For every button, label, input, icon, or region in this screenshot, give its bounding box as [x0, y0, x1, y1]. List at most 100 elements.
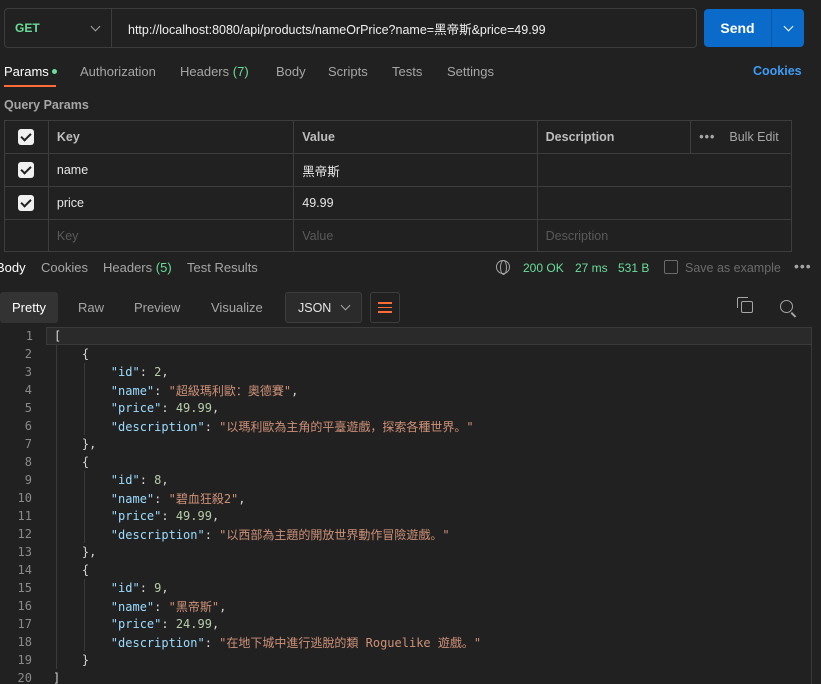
bulk-edit-button[interactable]: ••• Bulk Edit — [691, 121, 791, 153]
select-all-cell — [5, 121, 49, 153]
param-enabled-checkbox[interactable] — [18, 162, 35, 178]
chevron-down-icon — [783, 21, 793, 31]
table-header-row: Key Value Description ••• Bulk Edit — [4, 120, 792, 154]
code-line: 8 { — [0, 453, 812, 471]
column-value: Value — [294, 121, 538, 153]
tab-response-headers[interactable]: Headers (5) — [103, 260, 172, 275]
tab-settings[interactable]: Settings — [447, 64, 494, 79]
tab-params[interactable]: Params — [4, 64, 57, 79]
copy-icon[interactable] — [737, 297, 753, 313]
editor-scrollbar[interactable] — [811, 327, 812, 684]
view-visualize[interactable]: Visualize — [211, 292, 263, 323]
line-number: 5 — [24, 401, 32, 415]
response-size[interactable]: 531 B — [618, 261, 649, 275]
code-line: 16 "name": "黑帝斯", — [0, 597, 812, 615]
column-description: Description — [538, 121, 692, 153]
code-text: ] — [53, 671, 61, 684]
response-toolbar: Pretty Raw Preview Visualize JSON — [0, 292, 821, 324]
tab-headers-count: (7) — [232, 64, 249, 79]
line-number: 20 — [17, 671, 32, 684]
response-time[interactable]: 27 ms — [575, 261, 608, 275]
param-description-field[interactable] — [538, 154, 791, 186]
code-text: "id": 2, — [110, 365, 169, 379]
code-line: 1[ — [26, 327, 812, 345]
param-key-field[interactable]: price — [49, 187, 295, 219]
code-text: }, — [53, 545, 97, 559]
new-value-field[interactable]: Value — [294, 220, 538, 251]
format-select[interactable]: JSON — [285, 292, 362, 323]
code-line: 11 "price": 49.99, — [0, 507, 812, 525]
tab-response-headers-count: (5) — [155, 260, 172, 275]
code-text: "description": "在地下城中進行逃脫的類 Roguelike 遊戲… — [110, 635, 482, 650]
format-label: JSON — [298, 300, 332, 315]
code-text: "price": 24.99, — [110, 617, 220, 631]
select-all-checkbox[interactable] — [18, 129, 35, 145]
save-icon — [664, 260, 678, 274]
more-options-icon[interactable]: ••• — [794, 258, 812, 274]
table-row-new: Key Value Description — [4, 220, 792, 252]
params-indicator-dot — [51, 69, 57, 74]
view-preview[interactable]: Preview — [134, 292, 180, 323]
code-line: 3 "id": 2, — [0, 363, 812, 381]
bulk-edit-label: Bulk Edit — [729, 130, 779, 144]
code-text: "description": "以西部為主題的開放世界動作冒險遊戲。" — [110, 527, 450, 542]
save-as-example-button[interactable]: Save as example — [685, 261, 781, 275]
code-text: "price": 49.99, — [110, 401, 220, 415]
search-icon[interactable] — [780, 300, 793, 313]
code-line: 12 "description": "以西部為主題的開放世界動作冒險遊戲。" — [0, 525, 812, 543]
more-dots-icon: ••• — [699, 130, 716, 144]
tab-body[interactable]: Body — [276, 64, 306, 79]
request-tabs: Params Authorization Headers (7) Body Sc… — [0, 58, 821, 88]
tab-headers[interactable]: Headers (7) — [180, 64, 249, 79]
tab-tests[interactable]: Tests — [392, 64, 422, 79]
line-number: 4 — [24, 383, 32, 397]
tab-authorization[interactable]: Authorization — [80, 64, 156, 79]
chevron-down-icon — [340, 300, 351, 311]
line-number: 19 — [17, 653, 32, 667]
param-enabled-checkbox[interactable] — [18, 195, 35, 211]
line-number: 14 — [17, 563, 32, 577]
tab-response-headers-label: Headers — [103, 260, 153, 275]
tab-response-cookies[interactable]: Cookies — [41, 260, 88, 275]
row-check-cell — [5, 220, 49, 251]
code-line: 6 "description": "以瑪利歐為主角的平臺遊戲，探索各種世界。" — [0, 417, 812, 435]
cookies-link[interactable]: Cookies — [753, 64, 802, 78]
new-key-field[interactable]: Key — [49, 220, 295, 251]
method-label: GET — [15, 21, 40, 35]
view-raw[interactable]: Raw — [78, 292, 104, 323]
param-value-field[interactable]: 49.99 — [294, 187, 538, 219]
response-body-editor[interactable]: 1[2 {3 "id": 2, 4 "name": "超級瑪利歐：奧德賽", 5 "… — [0, 327, 821, 684]
code-line: 7 }, — [0, 435, 812, 453]
param-description-field[interactable] — [538, 187, 791, 219]
code-line: 5 "price": 49.99, — [0, 399, 812, 417]
chevron-down-icon — [90, 21, 101, 31]
line-number: 17 — [17, 617, 32, 631]
code-line: 14 { — [0, 561, 812, 579]
request-url-bar: GET http://localhost:8080/api/products/n… — [4, 8, 697, 48]
method-select[interactable]: GET — [5, 9, 112, 47]
param-key-field[interactable]: name — [49, 154, 295, 186]
code-text: "price": 49.99, — [110, 509, 220, 523]
new-description-field[interactable]: Description — [538, 220, 791, 251]
tab-test-results[interactable]: Test Results — [187, 260, 258, 275]
view-pretty[interactable]: Pretty — [0, 292, 58, 323]
param-value-field[interactable]: 黑帝斯 — [294, 154, 538, 186]
table-row: name 黑帝斯 — [4, 154, 792, 187]
send-button-group: Send — [704, 9, 804, 47]
row-check-cell — [5, 187, 49, 219]
tab-response-body[interactable]: Body — [0, 260, 26, 275]
code-text: "id": 9, — [110, 581, 169, 595]
line-number: 11 — [17, 509, 32, 523]
url-input[interactable]: http://localhost:8080/api/products/nameO… — [112, 19, 546, 38]
line-number: 2 — [24, 347, 32, 361]
line-number: 16 — [17, 599, 32, 613]
status-code[interactable]: 200 OK — [523, 261, 564, 275]
send-button[interactable]: Send — [704, 9, 772, 47]
wrap-lines-button[interactable] — [370, 292, 400, 323]
globe-icon[interactable] — [496, 260, 510, 275]
code-text: { — [53, 347, 90, 361]
tab-scripts[interactable]: Scripts — [328, 64, 368, 79]
send-options-button[interactable] — [772, 9, 804, 47]
code-line: 13 }, — [0, 543, 812, 561]
query-params-title: Query Params — [4, 98, 89, 112]
